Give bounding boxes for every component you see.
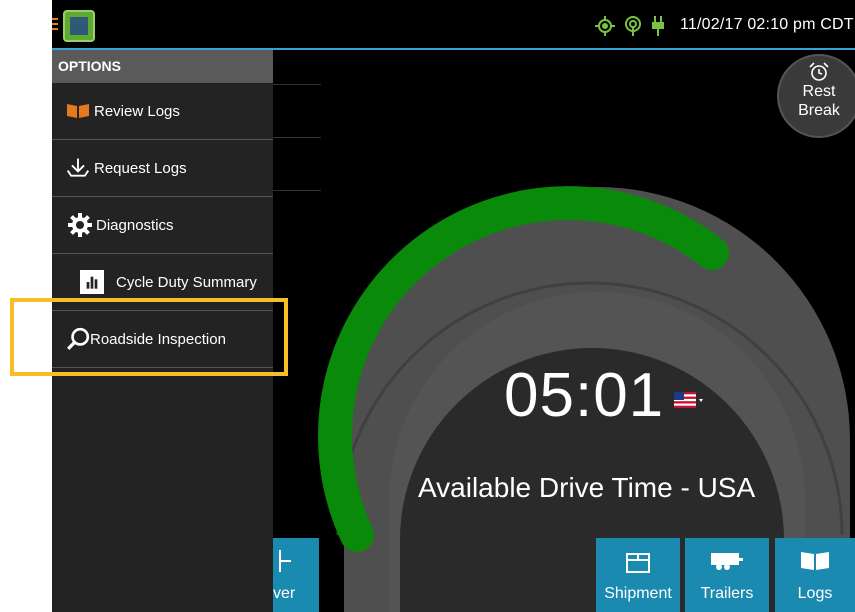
bar-chart-icon <box>80 270 104 294</box>
trailers-button[interactable]: Trailers <box>685 538 769 612</box>
menu-item-review-logs[interactable]: Review Logs <box>52 83 273 140</box>
box-icon <box>626 553 650 573</box>
shipment-label: Shipment <box>604 585 672 602</box>
us-flag-icon[interactable] <box>674 392 703 408</box>
drive-time-caption: Available Drive Time - USA <box>418 472 756 503</box>
download-icon <box>66 158 90 177</box>
driver-icon <box>279 550 291 572</box>
book-icon <box>67 104 89 118</box>
menu-item-label: Review Logs <box>94 102 180 120</box>
gear-icon <box>68 213 92 237</box>
logs-button[interactable]: Logs <box>775 538 855 612</box>
driver-button-partial[interactable]: ver <box>273 538 319 612</box>
menu-item-label: Diagnostics <box>96 216 174 234</box>
rest-break-line1: Rest <box>802 83 836 100</box>
driver-label: ver <box>273 585 296 602</box>
menu-item-diagnostics[interactable]: Diagnostics <box>52 197 273 254</box>
menu-item-request-logs[interactable]: Request Logs <box>52 140 273 197</box>
shipment-button[interactable]: Shipment <box>596 538 680 612</box>
trailers-label: Trailers <box>700 585 754 602</box>
drive-time-value: 05:01 <box>504 361 665 430</box>
rest-break-button[interactable]: Rest Break <box>777 54 855 138</box>
book-icon <box>801 552 829 570</box>
alarm-clock-icon <box>809 62 829 81</box>
rest-break-line2: Break <box>798 102 840 119</box>
drawer-header: OPTIONS <box>52 50 273 83</box>
highlight-box <box>10 298 288 376</box>
trailer-icon <box>711 553 743 570</box>
menu-item-label: Cycle Duty Summary <box>116 273 257 291</box>
menu-item-label: Request Logs <box>94 159 187 177</box>
logs-label: Logs <box>797 585 833 602</box>
